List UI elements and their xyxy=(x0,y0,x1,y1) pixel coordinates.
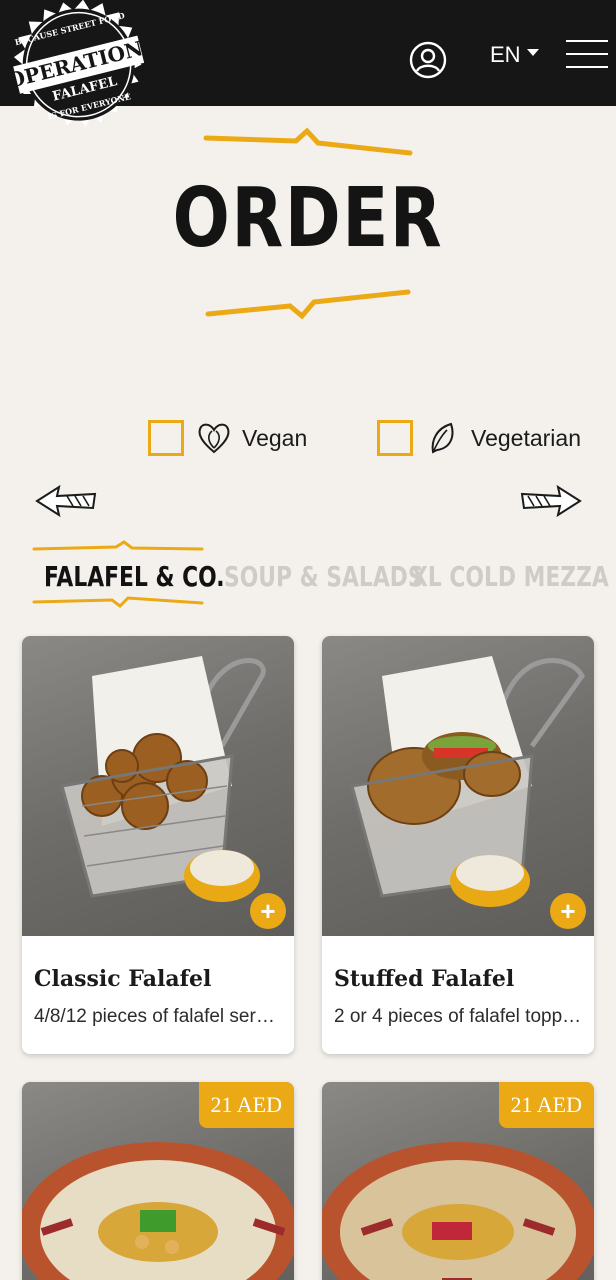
filter-label: Vegetarian xyxy=(471,424,581,451)
brand-logo[interactable]: OPERATION: FALAFEL BECAUSE STREET FOOD I… xyxy=(0,0,174,176)
chevron-down-icon xyxy=(526,48,539,56)
product-name: Classic Falafel xyxy=(34,966,212,992)
product-card[interactable]: 21 AED xyxy=(322,1082,594,1280)
product-image: + xyxy=(322,636,594,936)
leaf-icon xyxy=(431,422,454,454)
hamburger-line xyxy=(566,40,608,42)
page-title: ORDER xyxy=(172,171,444,266)
product-card[interactable]: + Classic Falafel 4/8/12 pieces of falaf… xyxy=(22,636,294,1054)
add-to-cart-button[interactable]: + xyxy=(250,893,286,929)
category-tabs: FALAFEL & CO. SOUP & SALADS XL COLD MEZZ… xyxy=(0,540,616,610)
filter-label: Vegan xyxy=(242,424,308,451)
user-icon xyxy=(409,41,447,79)
language-selector[interactable]: EN xyxy=(490,42,539,68)
account-button[interactable] xyxy=(408,40,448,80)
product-description: 2 or 4 pieces of falafel topped with sau… xyxy=(334,1006,584,1027)
arrow-right-icon[interactable] xyxy=(520,484,584,518)
price-badge: 21 AED xyxy=(498,1082,594,1128)
tab-xl-cold-mezza[interactable]: XL COLD MEZZA xyxy=(411,560,609,593)
vegan-checkbox[interactable] xyxy=(148,420,184,456)
tab-falafel-and-co[interactable]: FALAFEL & CO. xyxy=(44,560,225,593)
filter-vegan[interactable]: Vegan xyxy=(148,420,307,456)
product-card[interactable]: + Stuffed Falafel 2 or 4 pieces of falaf… xyxy=(322,636,594,1054)
product-image: + xyxy=(22,636,294,936)
tab-soup-and-salads[interactable]: SOUP & SALADS xyxy=(224,560,424,593)
vegetarian-checkbox[interactable] xyxy=(377,420,413,456)
product-name: Stuffed Falafel xyxy=(334,966,515,992)
menu-button[interactable] xyxy=(566,40,608,70)
product-card[interactable]: 21 AED xyxy=(22,1082,294,1280)
add-to-cart-button[interactable]: + xyxy=(550,893,586,929)
hamburger-line xyxy=(566,66,608,68)
filter-vegetarian[interactable]: Vegetarian xyxy=(377,420,581,456)
arrow-left-icon[interactable] xyxy=(33,484,97,518)
language-label: EN xyxy=(490,42,521,67)
product-description: 4/8/12 pieces of falafel served with tah… xyxy=(34,1006,284,1027)
price-badge: 21 AED xyxy=(198,1082,294,1128)
hamburger-line xyxy=(566,53,608,55)
vegan-heart-leaf-icon xyxy=(198,423,230,454)
